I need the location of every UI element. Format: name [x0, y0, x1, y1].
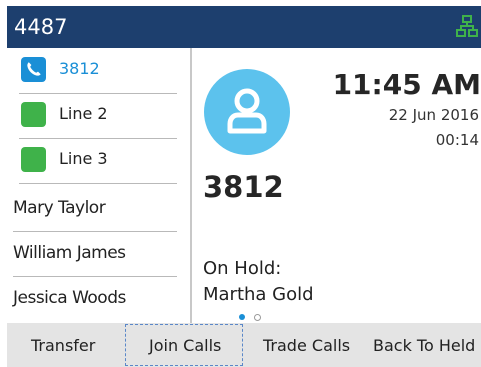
- line-status-icon: [21, 147, 46, 172]
- back-to-held-softkey[interactable]: Back To Held: [373, 336, 475, 355]
- phone-screen: 4487 3812 Line 2 Line 3 Mary Taylor Will…: [7, 6, 481, 367]
- status-bar: 4487: [7, 6, 481, 48]
- speed-dial-mary-taylor[interactable]: Mary Taylor: [13, 186, 177, 232]
- clock-date: 22 Jun 2016: [388, 106, 479, 124]
- call-duration: 00:14: [435, 131, 479, 149]
- on-hold-label: On Hold:: [203, 258, 282, 279]
- trade-calls-softkey[interactable]: Trade Calls: [263, 336, 350, 355]
- speed-dial-jessica-woods[interactable]: Jessica Woods: [13, 276, 177, 321]
- line-status-icon: [21, 102, 46, 127]
- softkey-focus-indicator: [125, 324, 243, 366]
- contact-avatar-icon: [204, 69, 290, 155]
- network-connected-icon: [456, 15, 478, 37]
- extension-label: 4487: [14, 15, 68, 39]
- contact-label: Jessica Woods: [13, 288, 126, 308]
- line-label-2: Line 2: [59, 104, 108, 123]
- handset-icon: [21, 57, 46, 82]
- active-call-number: 3812: [203, 170, 284, 204]
- line-sidebar: 3812 Line 2 Line 3 Mary Taylor William J…: [7, 48, 192, 323]
- line-key-1[interactable]: 3812: [19, 48, 177, 94]
- speed-dial-william-james[interactable]: William James: [13, 231, 177, 277]
- person-glyph: [227, 88, 267, 134]
- handset-glyph: [27, 62, 41, 76]
- line-key-2[interactable]: Line 2: [19, 93, 177, 139]
- line-key-3[interactable]: Line 3: [19, 138, 177, 184]
- page-dot-inactive: [254, 314, 261, 321]
- contact-label: William James: [13, 243, 126, 263]
- page-dot-active: [239, 314, 245, 320]
- transfer-softkey[interactable]: Transfer: [31, 336, 95, 355]
- line-label-3812: 3812: [59, 59, 100, 78]
- clock-time: 11:45 AM: [332, 68, 481, 101]
- on-hold-contact: Martha Gold: [203, 284, 314, 305]
- contact-label: Mary Taylor: [13, 198, 106, 218]
- line-label-3: Line 3: [59, 149, 108, 168]
- softkey-bar: Transfer Join Calls Trade Calls Back To …: [7, 323, 481, 367]
